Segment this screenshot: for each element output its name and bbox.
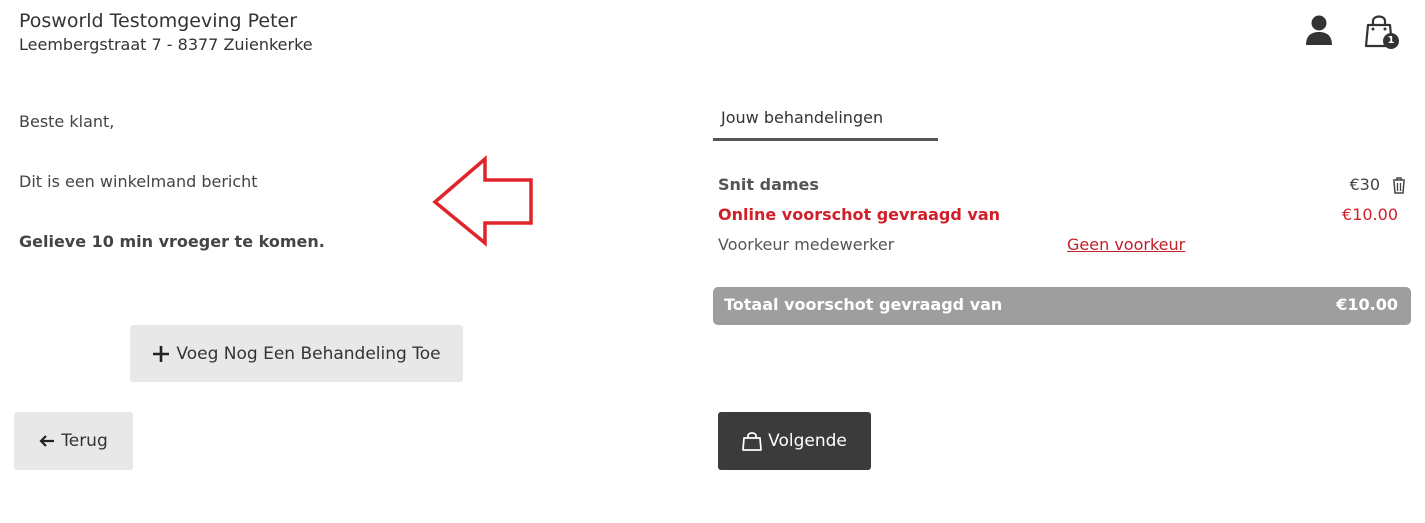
- next-label: Volgende: [768, 431, 847, 451]
- tab-your-treatments[interactable]: Jouw behandelingen: [721, 108, 883, 127]
- employee-preference-link[interactable]: Geen voorkeur: [1067, 235, 1185, 254]
- cart-message-text: Dit is een winkelmand bericht: [19, 172, 258, 191]
- left-arrow-annotation: [430, 155, 536, 247]
- employee-preference-label: Voorkeur medewerker: [718, 235, 895, 254]
- back-button[interactable]: Terug: [14, 412, 133, 470]
- total-deposit-value: €10.00: [1336, 295, 1398, 314]
- treatment-name: Snit dames: [718, 175, 819, 194]
- cart-count-badge: 1: [1383, 33, 1399, 49]
- user-icon[interactable]: [1304, 14, 1334, 46]
- shopping-bag-icon: [742, 431, 762, 451]
- arrow-left-icon: [39, 434, 55, 448]
- arrival-note-text: Gelieve 10 min vroeger te komen.: [19, 232, 325, 251]
- next-button[interactable]: Volgende: [718, 412, 871, 470]
- add-treatment-button[interactable]: Voeg Nog Een Behandeling Toe: [130, 325, 463, 382]
- greeting-text: Beste klant,: [19, 112, 115, 131]
- treatment-price: €30: [1349, 175, 1380, 194]
- add-treatment-label: Voeg Nog Een Behandeling Toe: [176, 343, 441, 364]
- total-deposit-bar: Totaal voorschot gevraagd van €10.00: [713, 287, 1411, 325]
- shop-name: Posworld Testomgeving Peter: [19, 10, 298, 32]
- tab-underline: [713, 138, 938, 141]
- plus-icon: [152, 345, 170, 363]
- back-label: Terug: [61, 431, 108, 451]
- cart-button[interactable]: 1: [1364, 12, 1402, 50]
- trash-icon[interactable]: [1391, 176, 1407, 194]
- shop-address: Leembergstraat 7 - 8377 Zuienkerke: [19, 35, 313, 54]
- deposit-label: Online voorschot gevraagd van: [718, 205, 1000, 224]
- deposit-value: €10.00: [1342, 205, 1398, 224]
- total-deposit-label: Totaal voorschot gevraagd van: [724, 295, 1003, 314]
